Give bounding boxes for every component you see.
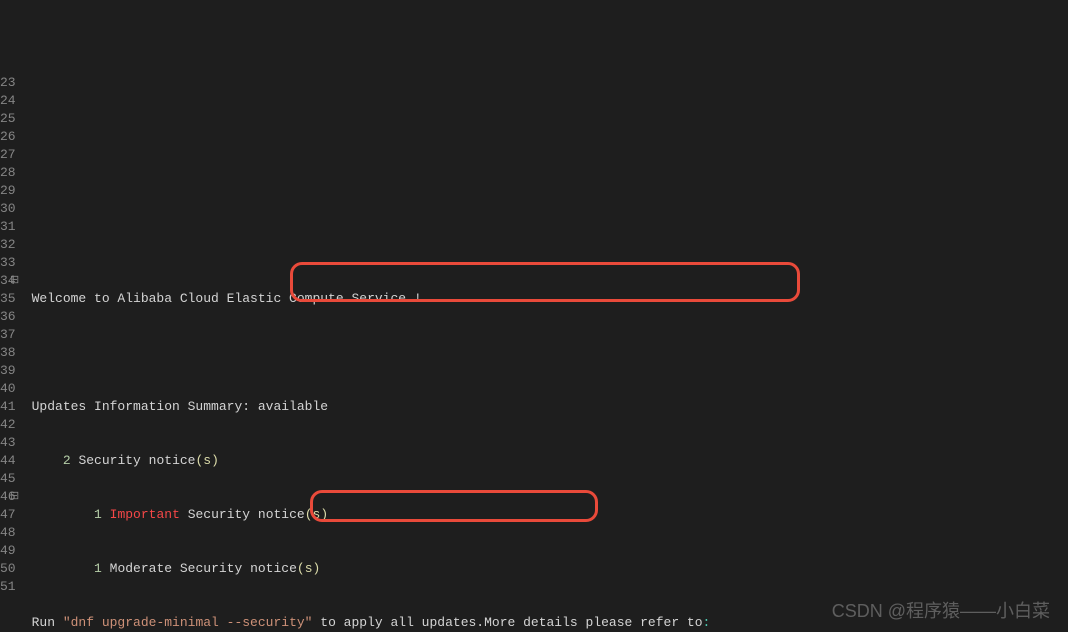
updates-important: 1 Important Security notice(s) xyxy=(32,506,1068,524)
line-number-gutter: 2324252627282930313233343536373839404142… xyxy=(0,72,22,632)
editor-root: 2324252627282930313233343536373839404142… xyxy=(0,72,1068,632)
fold-icon[interactable]: ⊟ xyxy=(10,272,20,290)
updates-header: Updates Information Summary: available xyxy=(32,398,1068,416)
code-area[interactable]: ⊟ ⊟ Welcome to Alibaba Cloud Elastic Com… xyxy=(22,72,1068,632)
updates-security: 2 Security notice(s) xyxy=(32,452,1068,470)
welcome-line: Welcome to Alibaba Cloud Elastic Compute… xyxy=(32,290,1068,308)
updates-moderate: 1 Moderate Security notice(s) xyxy=(32,560,1068,578)
watermark: CSDN @程序猿——小白菜 xyxy=(832,602,1050,620)
fold-icon[interactable]: ⊟ xyxy=(10,488,20,506)
